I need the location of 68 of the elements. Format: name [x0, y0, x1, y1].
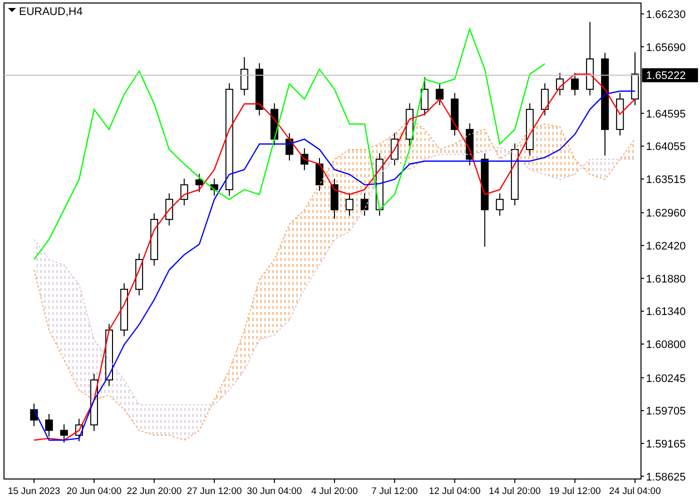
price-axis-label: 1.61880	[646, 273, 686, 286]
candlestick	[420, 76, 429, 116]
ref-line-label: 1.65222	[646, 70, 686, 82]
time-axis-label: 4 Jul 20:00	[311, 486, 358, 497]
candlestick	[496, 192, 504, 216]
candlestick	[556, 72, 564, 96]
candlestick	[30, 403, 38, 427]
candlestick	[105, 323, 113, 386]
candlestick	[270, 102, 278, 146]
candlestick	[571, 72, 579, 96]
candlestick	[316, 158, 324, 192]
time-axis-label: 27 Jun 12:00	[186, 486, 242, 497]
price-axis-label: 1.62420	[646, 240, 686, 253]
candlestick	[390, 132, 398, 166]
time-axis-label: 14 Jul 20:00	[488, 486, 541, 497]
candlestick	[75, 418, 83, 442]
cloud-area	[590, 159, 605, 180]
price-axis-label: 1.58625	[646, 471, 686, 484]
time-axis-label: 30 Jun 04:00	[246, 486, 302, 497]
time-axis-label: 19 Jul 12:00	[549, 486, 601, 497]
price-axis-label: 1.59165	[646, 438, 686, 450]
candlestick	[286, 132, 294, 161]
candlestick	[450, 92, 459, 136]
candlestick	[406, 102, 414, 146]
price-axis-label: 1.61340	[646, 306, 686, 318]
price-axis-label: 1.66230	[646, 8, 686, 21]
time-axis-label: 24 Jul 04:00	[609, 486, 661, 497]
candlestick	[616, 92, 624, 136]
candlestick	[45, 413, 53, 437]
candlestick	[360, 192, 368, 216]
chart-title: EURAUD,H4	[19, 6, 83, 18]
time-axis-label: 7 Jul 12:00	[371, 486, 418, 497]
time-axis-label: 20 Jun 04:00	[66, 486, 122, 497]
candlestick	[240, 56, 248, 96]
candlestick	[60, 424, 68, 444]
price-axis-label: 1.62960	[646, 208, 686, 220]
candlestick	[150, 212, 158, 266]
time-axis-label: 22 Jun 20:00	[126, 486, 182, 497]
candlestick	[466, 122, 474, 166]
current-price-label: 1.65222	[642, 68, 698, 82]
price-axis-label: 1.60245	[646, 372, 686, 385]
candlestick	[540, 82, 549, 116]
candlestick	[256, 62, 264, 116]
candlestick	[210, 178, 218, 196]
candlestick	[510, 142, 519, 206]
candlestick	[346, 192, 354, 216]
price-axis-label: 1.63515	[646, 174, 686, 186]
candlestick	[330, 178, 338, 220]
dropdown-triangle-icon[interactable]	[8, 8, 16, 12]
price-axis-label: 1.60800	[646, 339, 686, 352]
candlestick	[436, 82, 444, 106]
price-axis-label: 1.65690	[646, 42, 686, 54]
time-axis-label: 12 Jul 04:00	[428, 486, 481, 497]
cloud-area	[154, 404, 170, 436]
candlestick	[195, 173, 204, 193]
price-axis-label: 1.59705	[646, 406, 686, 418]
cloud-area	[604, 159, 620, 180]
candlestick	[135, 252, 144, 296]
candlestick	[180, 178, 188, 206]
cloud-area	[184, 404, 200, 440]
candlestick	[631, 52, 639, 106]
candlestick	[300, 148, 308, 171]
price-axis-label: 1.64055	[646, 141, 686, 154]
price-axis-label: 1.64595	[646, 108, 686, 120]
candlestick	[120, 282, 128, 337]
candlestick	[526, 102, 534, 156]
time-axis-label: 15 Jun 2023	[8, 486, 60, 497]
candlestick	[165, 192, 174, 226]
